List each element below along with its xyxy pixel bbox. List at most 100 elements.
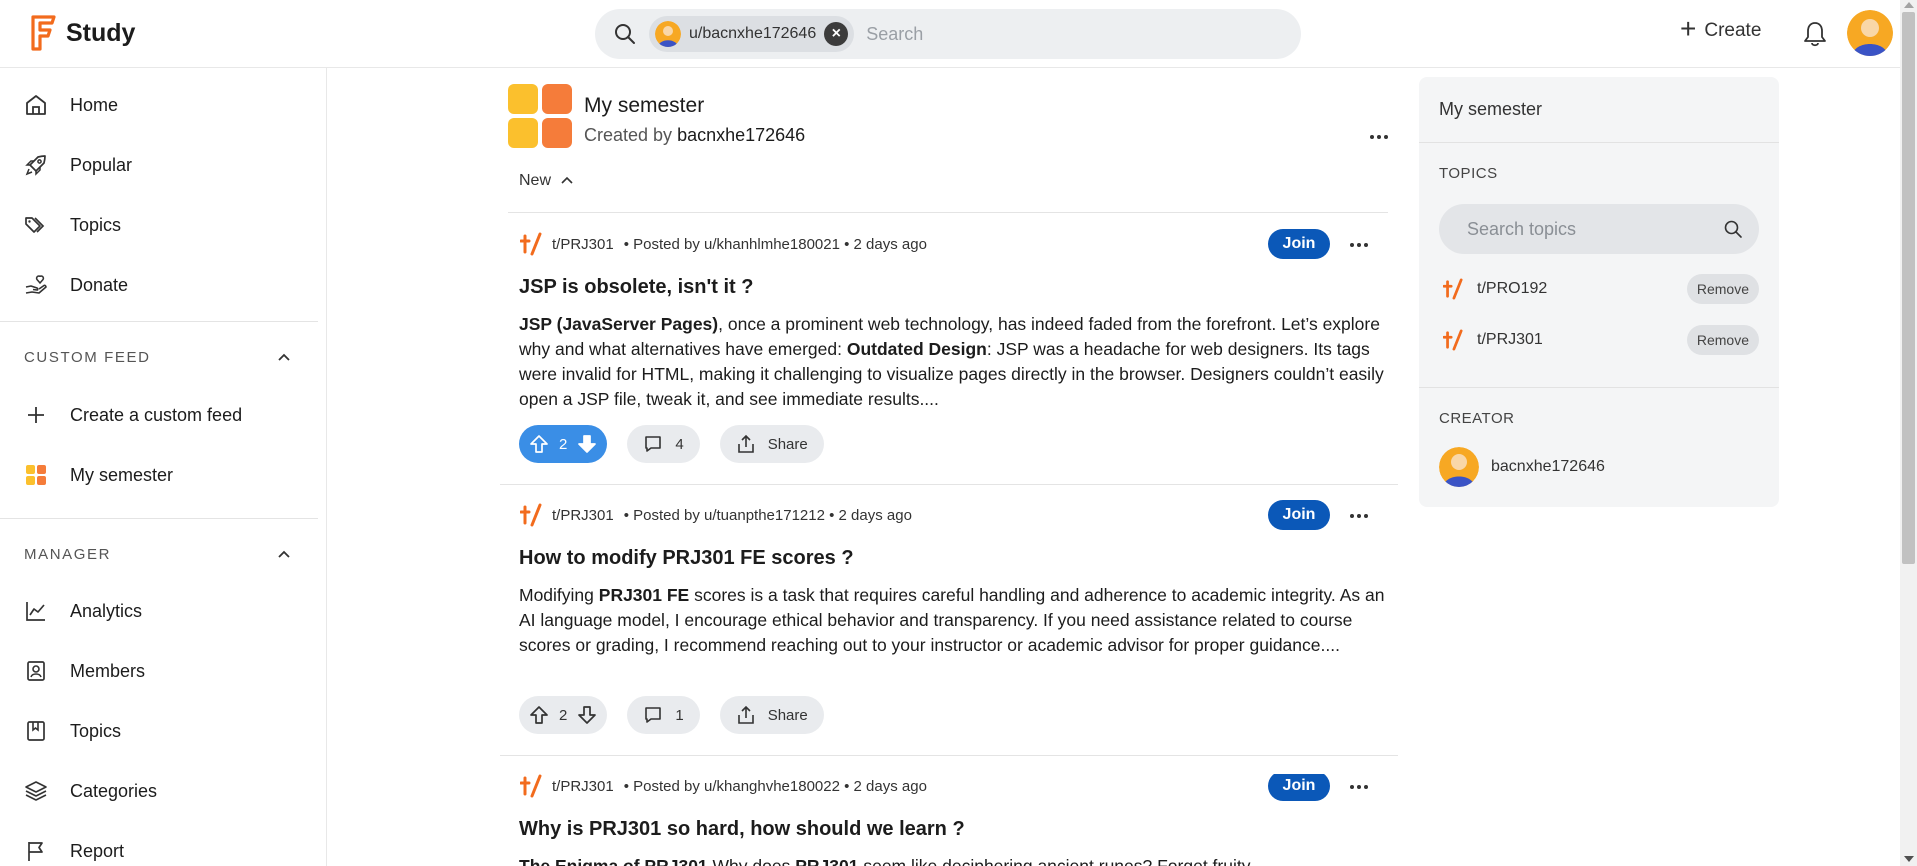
sidebar-item-home[interactable]: Home xyxy=(24,93,118,117)
post-actions: 2 4 Share xyxy=(519,425,824,463)
join-button[interactable]: Join xyxy=(1268,229,1330,259)
manager-section-header[interactable]: MANAGER xyxy=(24,544,294,564)
plus-icon xyxy=(28,407,44,423)
user-avatar[interactable] xyxy=(1847,10,1893,56)
scroll-thumb[interactable] xyxy=(1902,12,1915,564)
feed-creator-link[interactable]: bacnxhe172646 xyxy=(677,125,805,145)
sidebar-item-label: Members xyxy=(70,660,146,681)
remove-topic-button[interactable]: Remove xyxy=(1686,274,1759,304)
join-button[interactable]: Join xyxy=(1268,774,1330,801)
post-meta: t/PRJ301 • Posted by u/khanhlmhe180021 •… xyxy=(520,232,927,256)
top-header: Study u/bacnxhe172646 × Search + Create xyxy=(0,0,1900,68)
post-body-bold: PRJ301 xyxy=(795,856,859,866)
post-author-time: • Posted by u/khanhlmhe180021 • 2 days a… xyxy=(623,235,927,253)
create-button[interactable]: + Create xyxy=(1680,15,1761,43)
vote-count: 2 xyxy=(559,706,568,724)
sidebar-item-create-custom-feed[interactable]: Create a custom feed xyxy=(24,403,242,427)
post-title[interactable]: JSP is obsolete, isn't it ? xyxy=(519,276,753,299)
creator-row[interactable]: bacnxhe172646 xyxy=(1439,447,1605,487)
topic-logo-icon xyxy=(520,503,542,527)
search-user-chip[interactable]: u/bacnxhe172646 × xyxy=(649,16,855,52)
downvote-icon[interactable] xyxy=(577,705,597,725)
sidebar-item-categories[interactable]: Categories xyxy=(24,779,157,803)
notification-bell-icon[interactable] xyxy=(1802,20,1828,48)
donate-icon xyxy=(25,275,47,294)
vote-count: 2 xyxy=(559,435,568,453)
share-button[interactable]: Share xyxy=(719,425,824,463)
search-chip-label: u/bacnxhe172646 xyxy=(689,25,817,42)
post-body-bold: The Enigma of PRJ301 xyxy=(519,856,708,866)
topic-name[interactable]: t/PRO192 xyxy=(1477,280,1547,298)
remove-topic-button[interactable]: Remove xyxy=(1686,325,1759,355)
topic-search-input[interactable] xyxy=(1467,218,1707,240)
scroll-up-arrow-icon[interactable] xyxy=(1904,2,1914,8)
post-title[interactable]: Why is PRJ301 so hard, how should we lea… xyxy=(519,818,965,841)
search-bar[interactable]: u/bacnxhe172646 × xyxy=(595,9,1301,59)
sidebar-item-label: Donate xyxy=(70,274,129,295)
sidebar-item-manager-topics[interactable]: Topics xyxy=(24,719,121,743)
sidebar-item-popular[interactable]: Popular xyxy=(24,153,132,177)
scroll-down-arrow-icon[interactable] xyxy=(1904,856,1914,862)
sidebar-item-label: Report xyxy=(70,840,125,861)
post-topic[interactable]: t/PRJ301 xyxy=(552,778,614,795)
downvote-icon[interactable] xyxy=(577,434,597,454)
sidebar-item-members[interactable]: Members xyxy=(24,659,145,683)
chevron-up-icon[interactable] xyxy=(274,544,294,564)
app-logo[interactable]: Study xyxy=(30,14,135,52)
post-topic[interactable]: t/PRJ301 xyxy=(552,236,614,253)
share-label: Share xyxy=(767,706,808,724)
sidebar-item-topics[interactable]: Topics xyxy=(24,213,121,237)
topic-logo-icon xyxy=(520,774,542,798)
topic-row: t/PRO192 Remove xyxy=(1443,273,1759,305)
post-body: JSP (JavaServer Pages), once a prominent… xyxy=(519,312,1389,412)
left-sidebar: Home Popular Topics Donate CUSTOM FEED C… xyxy=(0,68,327,866)
share-button[interactable]: Share xyxy=(719,696,824,734)
topic-name[interactable]: t/PRJ301 xyxy=(1477,331,1543,349)
feed-info-panel: My semester TOPICS t/PRO192 Remove t/PRJ… xyxy=(1419,77,1779,507)
post-title[interactable]: How to modify PRJ301 FE scores ? xyxy=(519,547,854,570)
sidebar-item-label: Topics xyxy=(70,720,122,741)
post-meta: t/PRJ301 • Posted by u/tuanpthe171212 • … xyxy=(520,503,912,527)
share-label: Share xyxy=(767,435,808,453)
feed-grid-icon xyxy=(26,465,46,485)
sort-dropdown[interactable]: New xyxy=(519,172,575,190)
post-card[interactable]: t/PRJ301 • Posted by u/khanghvhe180022 •… xyxy=(500,774,1398,866)
join-button[interactable]: Join xyxy=(1268,500,1330,530)
share-icon xyxy=(737,705,754,724)
post-body: The Enigma of PRJ301 Why does PRJ301 see… xyxy=(519,854,1389,866)
comments-button[interactable]: 1 xyxy=(627,696,700,734)
topic-search-bar[interactable] xyxy=(1439,204,1759,254)
more-options-icon[interactable] xyxy=(1348,505,1370,527)
upvote-icon[interactable] xyxy=(529,434,549,454)
post-actions: 2 1 Share xyxy=(519,696,824,734)
layers-icon xyxy=(25,781,47,801)
sidebar-item-label: Analytics xyxy=(70,600,143,621)
search-input[interactable] xyxy=(866,23,1247,45)
search-icon[interactable] xyxy=(1723,219,1743,239)
more-options-icon[interactable] xyxy=(1348,234,1370,256)
post-topic[interactable]: t/PRJ301 xyxy=(552,507,614,524)
comments-button[interactable]: 4 xyxy=(627,425,700,463)
sidebar-item-analytics[interactable]: Analytics xyxy=(24,599,142,623)
post-body: Modifying PRJ301 FE scores is a task tha… xyxy=(519,583,1389,658)
section-heading: CUSTOM FEED xyxy=(24,348,151,366)
created-by-label: Created by xyxy=(584,125,673,145)
flag-icon xyxy=(28,842,43,861)
panel-divider xyxy=(1419,387,1779,388)
post-meta: t/PRJ301 • Posted by u/khanghvhe180022 •… xyxy=(520,774,927,798)
sidebar-item-donate[interactable]: Donate xyxy=(24,273,128,297)
custom-feed-section-header[interactable]: CUSTOM FEED xyxy=(24,347,294,367)
page-scrollbar[interactable] xyxy=(1900,0,1917,866)
feed-title: My semester xyxy=(584,94,705,117)
chip-remove-icon[interactable]: × xyxy=(824,22,849,46)
upvote-icon[interactable] xyxy=(529,705,549,725)
post-body-bold: PRJ301 FE xyxy=(598,585,690,605)
sidebar-item-my-semester[interactable]: My semester xyxy=(24,463,173,487)
comment-count: 1 xyxy=(675,706,684,724)
sidebar-item-label: Categories xyxy=(70,780,158,801)
chevron-up-icon[interactable] xyxy=(274,347,294,367)
search-icon[interactable] xyxy=(613,22,637,46)
more-options-icon[interactable] xyxy=(1348,776,1370,798)
more-options-icon[interactable] xyxy=(1368,126,1390,148)
sidebar-item-report[interactable]: Report xyxy=(24,839,124,863)
